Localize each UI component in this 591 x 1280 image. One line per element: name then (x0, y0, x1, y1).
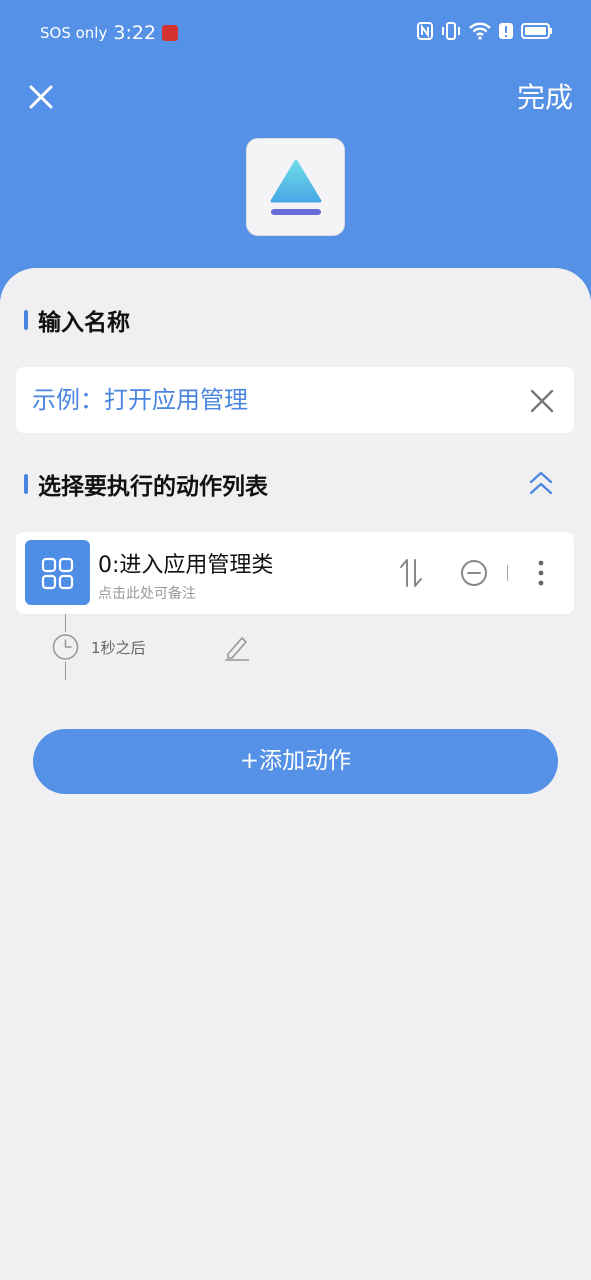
action-note[interactable]: 点击此处可备注 (98, 583, 196, 603)
add-action-button[interactable]: +添加动作 (33, 729, 558, 794)
action-section-label: 选择要执行的动作列表 (38, 474, 268, 500)
header: SOS only 3:22 完成 (0, 0, 591, 300)
clock: 3:22 (113, 22, 157, 44)
edit-icon[interactable] (223, 632, 251, 662)
name-section-title: 输入名称 (24, 303, 130, 337)
remove-icon[interactable] (460, 559, 488, 587)
alert-icon (499, 23, 513, 39)
close-button[interactable] (24, 80, 58, 114)
name-input[interactable]: 示例：打开应用管理 (16, 367, 574, 433)
timeline-connector (65, 662, 66, 680)
wifi-icon (469, 22, 491, 40)
collapse-icon[interactable] (528, 470, 554, 496)
app-icon-picker[interactable] (246, 138, 345, 236)
done-button[interactable]: 完成 (517, 78, 573, 118)
sort-icon[interactable] (398, 558, 424, 588)
name-input-placeholder: 示例：打开应用管理 (32, 386, 248, 414)
section-marker (24, 310, 28, 330)
status-left: SOS only 3:22 (40, 22, 179, 44)
grid-icon (41, 557, 74, 590)
clear-icon[interactable] (530, 389, 554, 413)
sos-text: SOS only (40, 24, 108, 42)
action-section-title: 选择要执行的动作列表 (24, 467, 268, 501)
battery-icon (521, 23, 552, 39)
action-item[interactable]: 0:进入应用管理类 点击此处可备注 (16, 532, 574, 614)
delay-text: 1秒之后 (91, 639, 146, 657)
status-bar: SOS only 3:22 (0, 0, 591, 66)
action-title: 0:进入应用管理类 (98, 553, 274, 578)
timer-icon (52, 634, 79, 660)
eject-icon (270, 159, 322, 215)
timeline-connector (65, 614, 66, 632)
divider (507, 565, 508, 581)
more-icon[interactable] (531, 559, 551, 587)
action-type-icon (25, 540, 90, 605)
notification-app-icon (162, 25, 179, 41)
section-marker (24, 474, 28, 494)
name-section-label: 输入名称 (38, 310, 130, 336)
close-icon (29, 85, 53, 109)
vibrate-icon (442, 22, 460, 40)
nfc-icon (417, 22, 433, 40)
status-right (417, 22, 553, 40)
